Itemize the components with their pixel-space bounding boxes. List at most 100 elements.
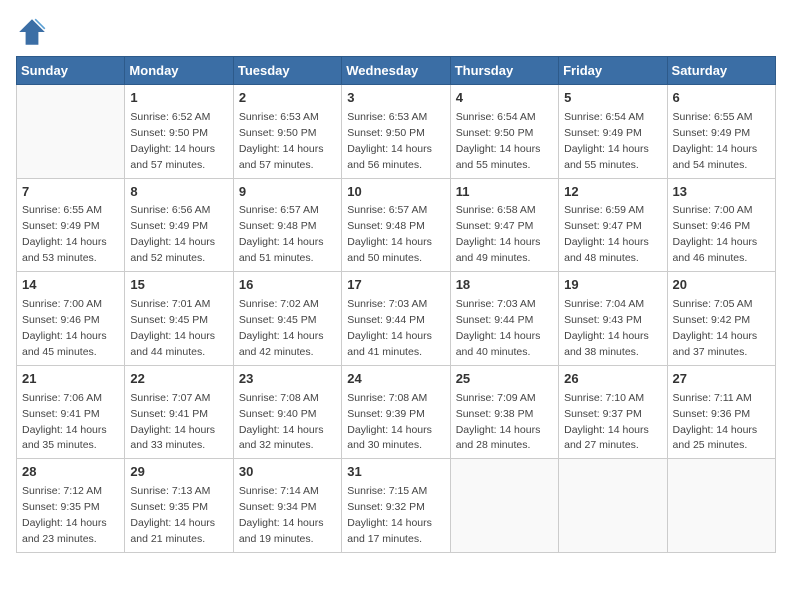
day-number: 12 <box>564 183 661 202</box>
day-number: 1 <box>130 89 227 108</box>
weekday-header: Wednesday <box>342 57 450 85</box>
cell-info: Sunrise: 6:56 AM Sunset: 9:49 PM Dayligh… <box>130 204 215 264</box>
cell-info: Sunrise: 6:59 AM Sunset: 9:47 PM Dayligh… <box>564 204 649 264</box>
calendar-cell: 4 Sunrise: 6:54 AM Sunset: 9:50 PM Daylig… <box>450 85 558 179</box>
day-number: 18 <box>456 276 553 295</box>
week-row: 21 Sunrise: 7:06 AM Sunset: 9:41 PM Dayli… <box>17 365 776 459</box>
day-number: 30 <box>239 463 336 482</box>
calendar-cell: 26 Sunrise: 7:10 AM Sunset: 9:37 PM Dayli… <box>559 365 667 459</box>
logo <box>16 16 52 48</box>
calendar-cell: 10Sunrise: 6:57 AM Sunset: 9:48 PM Dayli… <box>342 178 450 272</box>
week-row: 1Sunrise: 6:52 AM Sunset: 9:50 PM Daylig… <box>17 85 776 179</box>
weekday-header-row: SundayMondayTuesdayWednesdayThursdayFrid… <box>17 57 776 85</box>
cell-info: Sunrise: 7:04 AM Sunset: 9:43 PM Dayligh… <box>564 298 649 358</box>
cell-info: Sunrise: 7:14 AM Sunset: 9:34 PM Dayligh… <box>239 485 324 545</box>
day-number: 25 <box>456 370 553 389</box>
calendar-cell: 29 Sunrise: 7:13 AM Sunset: 9:35 PM Dayli… <box>125 459 233 553</box>
day-number: 11 <box>456 183 553 202</box>
page-header <box>16 16 776 48</box>
calendar-cell: 22Sunrise: 7:07 AM Sunset: 9:41 PM Dayli… <box>125 365 233 459</box>
calendar-cell: 12 Sunrise: 6:59 AM Sunset: 9:47 PM Dayli… <box>559 178 667 272</box>
calendar-cell: 17 Sunrise: 7:03 AM Sunset: 9:44 PM Dayli… <box>342 272 450 366</box>
day-number: 28 <box>22 463 119 482</box>
calendar-cell <box>450 459 558 553</box>
calendar-cell: 1Sunrise: 6:52 AM Sunset: 9:50 PM Daylig… <box>125 85 233 179</box>
day-number: 16 <box>239 276 336 295</box>
logo-icon <box>16 16 48 48</box>
weekday-header: Saturday <box>667 57 775 85</box>
calendar-cell <box>559 459 667 553</box>
cell-info: Sunrise: 6:57 AM Sunset: 9:48 PM Dayligh… <box>239 204 324 264</box>
cell-info: Sunrise: 6:53 AM Sunset: 9:50 PM Dayligh… <box>239 111 324 171</box>
calendar-cell: 30 Sunrise: 7:14 AM Sunset: 9:34 PM Dayli… <box>233 459 341 553</box>
day-number: 13 <box>673 183 770 202</box>
cell-info: Sunrise: 6:54 AM Sunset: 9:49 PM Dayligh… <box>564 111 649 171</box>
cell-info: Sunrise: 7:12 AM Sunset: 9:35 PM Dayligh… <box>22 485 107 545</box>
calendar-cell: 16Sunrise: 7:02 AM Sunset: 9:45 PM Dayli… <box>233 272 341 366</box>
cell-info: Sunrise: 7:08 AM Sunset: 9:39 PM Dayligh… <box>347 392 432 452</box>
cell-info: Sunrise: 7:01 AM Sunset: 9:45 PM Dayligh… <box>130 298 215 358</box>
cell-info: Sunrise: 6:55 AM Sunset: 9:49 PM Dayligh… <box>673 111 758 171</box>
calendar-cell: 25 Sunrise: 7:09 AM Sunset: 9:38 PM Dayli… <box>450 365 558 459</box>
calendar-cell: 24 Sunrise: 7:08 AM Sunset: 9:39 PM Dayli… <box>342 365 450 459</box>
week-row: 14 Sunrise: 7:00 AM Sunset: 9:46 PM Dayli… <box>17 272 776 366</box>
day-number: 5 <box>564 89 661 108</box>
cell-info: Sunrise: 6:53 AM Sunset: 9:50 PM Dayligh… <box>347 111 432 171</box>
calendar-cell: 21 Sunrise: 7:06 AM Sunset: 9:41 PM Dayli… <box>17 365 125 459</box>
calendar-table: SundayMondayTuesdayWednesdayThursdayFrid… <box>16 56 776 553</box>
cell-info: Sunrise: 6:55 AM Sunset: 9:49 PM Dayligh… <box>22 204 107 264</box>
week-row: 28 Sunrise: 7:12 AM Sunset: 9:35 PM Dayli… <box>17 459 776 553</box>
calendar-cell: 19 Sunrise: 7:04 AM Sunset: 9:43 PM Dayli… <box>559 272 667 366</box>
calendar-cell: 8 Sunrise: 6:56 AM Sunset: 9:49 PM Daylig… <box>125 178 233 272</box>
day-number: 19 <box>564 276 661 295</box>
day-number: 31 <box>347 463 444 482</box>
day-number: 9 <box>239 183 336 202</box>
calendar-cell: 5 Sunrise: 6:54 AM Sunset: 9:49 PM Daylig… <box>559 85 667 179</box>
day-number: 21 <box>22 370 119 389</box>
calendar-cell: 20 Sunrise: 7:05 AM Sunset: 9:42 PM Dayli… <box>667 272 775 366</box>
day-number: 10 <box>347 183 444 202</box>
day-number: 26 <box>564 370 661 389</box>
day-number: 29 <box>130 463 227 482</box>
day-number: 14 <box>22 276 119 295</box>
day-number: 20 <box>673 276 770 295</box>
weekday-header: Monday <box>125 57 233 85</box>
cell-info: Sunrise: 7:09 AM Sunset: 9:38 PM Dayligh… <box>456 392 541 452</box>
day-number: 6 <box>673 89 770 108</box>
calendar-cell: 13 Sunrise: 7:00 AM Sunset: 9:46 PM Dayli… <box>667 178 775 272</box>
cell-info: Sunrise: 7:13 AM Sunset: 9:35 PM Dayligh… <box>130 485 215 545</box>
day-number: 24 <box>347 370 444 389</box>
weekday-header: Tuesday <box>233 57 341 85</box>
cell-info: Sunrise: 7:11 AM Sunset: 9:36 PM Dayligh… <box>673 392 758 452</box>
weekday-header: Thursday <box>450 57 558 85</box>
cell-info: Sunrise: 7:05 AM Sunset: 9:42 PM Dayligh… <box>673 298 758 358</box>
cell-info: Sunrise: 7:00 AM Sunset: 9:46 PM Dayligh… <box>673 204 758 264</box>
weekday-header: Friday <box>559 57 667 85</box>
day-number: 4 <box>456 89 553 108</box>
day-number: 23 <box>239 370 336 389</box>
calendar-cell: 11 Sunrise: 6:58 AM Sunset: 9:47 PM Dayli… <box>450 178 558 272</box>
week-row: 7 Sunrise: 6:55 AM Sunset: 9:49 PM Daylig… <box>17 178 776 272</box>
cell-info: Sunrise: 7:03 AM Sunset: 9:44 PM Dayligh… <box>347 298 432 358</box>
calendar-cell: 9 Sunrise: 6:57 AM Sunset: 9:48 PM Daylig… <box>233 178 341 272</box>
calendar-cell: 15 Sunrise: 7:01 AM Sunset: 9:45 PM Dayli… <box>125 272 233 366</box>
day-number: 8 <box>130 183 227 202</box>
cell-info: Sunrise: 7:06 AM Sunset: 9:41 PM Dayligh… <box>22 392 107 452</box>
calendar-cell: 31Sunrise: 7:15 AM Sunset: 9:32 PM Dayli… <box>342 459 450 553</box>
cell-info: Sunrise: 6:58 AM Sunset: 9:47 PM Dayligh… <box>456 204 541 264</box>
day-number: 17 <box>347 276 444 295</box>
day-number: 3 <box>347 89 444 108</box>
calendar-cell: 28 Sunrise: 7:12 AM Sunset: 9:35 PM Dayli… <box>17 459 125 553</box>
calendar-cell: 27Sunrise: 7:11 AM Sunset: 9:36 PM Dayli… <box>667 365 775 459</box>
cell-info: Sunrise: 7:10 AM Sunset: 9:37 PM Dayligh… <box>564 392 649 452</box>
day-number: 7 <box>22 183 119 202</box>
cell-info: Sunrise: 6:54 AM Sunset: 9:50 PM Dayligh… <box>456 111 541 171</box>
day-number: 15 <box>130 276 227 295</box>
calendar-cell: 14 Sunrise: 7:00 AM Sunset: 9:46 PM Dayli… <box>17 272 125 366</box>
day-number: 2 <box>239 89 336 108</box>
cell-info: Sunrise: 7:07 AM Sunset: 9:41 PM Dayligh… <box>130 392 215 452</box>
calendar-cell: 6 Sunrise: 6:55 AM Sunset: 9:49 PM Daylig… <box>667 85 775 179</box>
calendar-cell: 23Sunrise: 7:08 AM Sunset: 9:40 PM Dayli… <box>233 365 341 459</box>
cell-info: Sunrise: 7:00 AM Sunset: 9:46 PM Dayligh… <box>22 298 107 358</box>
calendar-cell: 7 Sunrise: 6:55 AM Sunset: 9:49 PM Daylig… <box>17 178 125 272</box>
